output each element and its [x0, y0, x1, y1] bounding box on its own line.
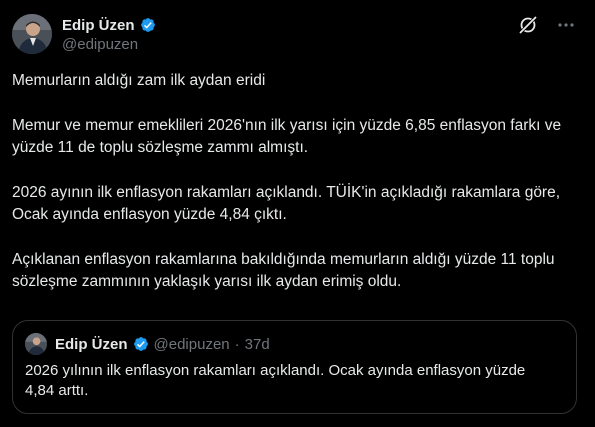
separator-dot: ·: [234, 335, 240, 353]
tweet-paragraph: Açıklanan enflasyon rakamlarına bakıldığ…: [12, 251, 555, 290]
quoted-display-name: Edip Üzen: [55, 335, 128, 353]
verified-badge-icon: [139, 16, 157, 34]
grok-icon[interactable]: [517, 14, 539, 36]
tweet-paragraph: Memurların aldığı zam ilk aydan eridi: [12, 72, 266, 89]
author-display-name[interactable]: Edip Üzen: [62, 17, 135, 34]
verified-badge-icon: [132, 335, 150, 353]
tweet-paragraph: 2026 ayının ilk enflasyon rakamları açık…: [12, 184, 561, 223]
quoted-tweet-header: Edip Üzen @edipuzen · 37d: [25, 333, 564, 355]
author-info: Edip Üzen @edipuzen: [62, 15, 157, 53]
author-handle[interactable]: @edipuzen: [62, 36, 157, 53]
avatar[interactable]: [12, 14, 52, 54]
quoted-tweet-text: 2026 yılının ilk enflasyon rakamları açı…: [25, 362, 526, 399]
tweet-text: Memurların aldığı zam ilk aydan eridi Me…: [12, 70, 579, 293]
quoted-timestamp[interactable]: 37d: [245, 336, 270, 353]
quoted-tweet[interactable]: Edip Üzen @edipuzen · 37d 2026 yılının i…: [12, 320, 577, 414]
tweet-actions: [517, 14, 577, 36]
more-options-icon[interactable]: [555, 14, 577, 36]
tweet-header: Edip Üzen @edipuzen: [12, 12, 579, 56]
tweet-paragraph: Memur ve memur emeklileri 2026'nın ilk y…: [12, 117, 562, 156]
quoted-handle: @edipuzen: [153, 335, 230, 353]
quoted-avatar: [25, 333, 47, 355]
